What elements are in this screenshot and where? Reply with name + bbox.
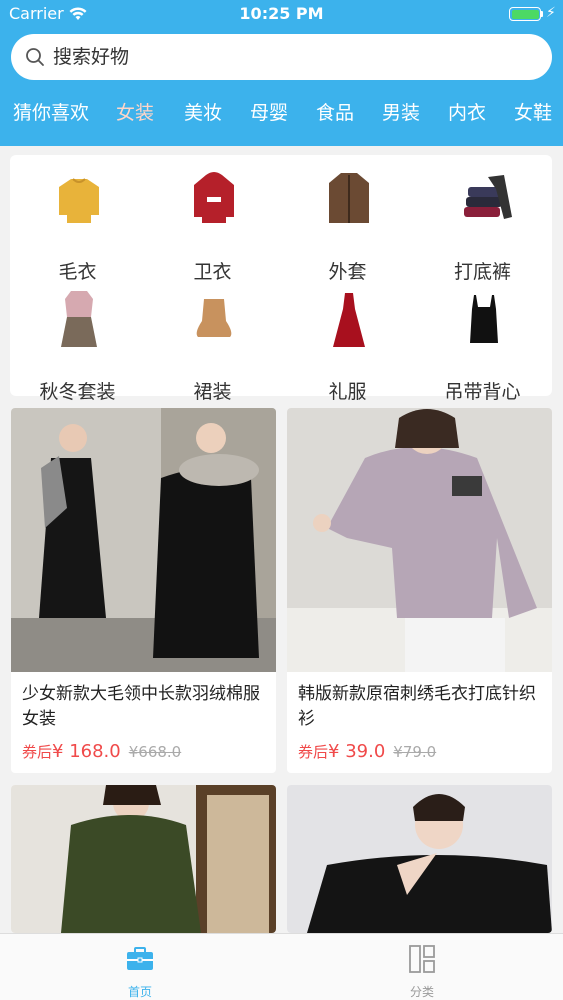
- briefcase-icon: [127, 947, 153, 970]
- subcategory-leggings[interactable]: 打底裤: [415, 171, 550, 283]
- tab-beauty[interactable]: 美妆: [184, 98, 222, 125]
- subcategory-label: 毛衣: [58, 261, 97, 283]
- tab-home[interactable]: 首页: [70, 934, 210, 1000]
- subcategory-label: 秋冬套装: [39, 381, 116, 403]
- search-input[interactable]: [53, 34, 533, 80]
- price-row: 券后¥ 168.0 ¥668.0: [22, 741, 181, 762]
- product-price: ¥ 39.0: [328, 741, 386, 762]
- subcategory-label: 吊带背心: [444, 381, 521, 403]
- app-header: Carrier 10:25 PM ⚡ 猜你喜欢 女装 美妆 母婴 食品 男装 内…: [0, 0, 563, 146]
- subcategory-gown[interactable]: 礼服: [280, 291, 415, 403]
- subcategory-label: 卫衣: [193, 261, 232, 283]
- product-card[interactable]: 韩版新款原宿刺绣毛衣打底针织衫 券后¥ 39.0 ¥79.0: [287, 408, 552, 773]
- product-card[interactable]: [287, 785, 552, 933]
- tab-mother-baby[interactable]: 母婴: [250, 98, 288, 125]
- subcategory-skirt[interactable]: 裙装: [145, 291, 280, 403]
- outfit-set-icon: [61, 291, 97, 347]
- tab-mens-clothing[interactable]: 男装: [382, 98, 420, 125]
- sweater-icon: [59, 178, 99, 223]
- product-image[interactable]: [287, 408, 552, 672]
- product-title: 少女新款大毛领中长款羽绒棉服女装: [22, 684, 260, 729]
- tab-underwear[interactable]: 内衣: [448, 98, 486, 125]
- charging-icon: ⚡: [546, 5, 556, 21]
- subcategory-label: 裙装: [193, 381, 232, 403]
- tab-label: 分类: [409, 985, 434, 999]
- product-title: 韩版新款原宿刺绣毛衣打底针织衫: [298, 684, 536, 729]
- battery-icon: [509, 7, 541, 21]
- tab-label: 首页: [127, 985, 152, 999]
- subcategory-outfit-set[interactable]: 秋冬套装: [10, 291, 145, 403]
- subcategory-label: 礼服: [328, 381, 367, 403]
- hoodie-icon: [194, 172, 234, 223]
- coupon-label: 券后: [298, 743, 329, 761]
- subcategory-grid: 毛衣 卫衣 外套 打底裤 秋冬套装 裙装 礼服 吊带背心: [10, 155, 552, 403]
- search-icon: [26, 48, 44, 66]
- product-image[interactable]: [287, 785, 552, 933]
- leggings-icon: [464, 175, 512, 219]
- subcategory-sweater[interactable]: 毛衣: [10, 171, 145, 283]
- search-bar[interactable]: [11, 34, 552, 80]
- category-grid-icon: [409, 945, 435, 973]
- subcategory-camisole[interactable]: 吊带背心: [415, 291, 550, 403]
- tab-food[interactable]: 食品: [316, 98, 354, 125]
- coat-icon: [329, 173, 369, 223]
- tab-category[interactable]: 分类: [352, 934, 492, 1000]
- skirt-icon: [196, 299, 232, 337]
- coupon-label: 券后: [22, 743, 53, 761]
- product-image[interactable]: [11, 408, 276, 672]
- category-tabs: 猜你喜欢 女装 美妆 母婴 食品 男装 内衣 女鞋: [0, 98, 563, 138]
- bottom-tab-bar: 首页 分类: [0, 933, 563, 1000]
- subcategory-label: 打底裤: [453, 261, 511, 283]
- product-price: ¥ 168.0: [52, 741, 121, 762]
- tab-womens-shoes[interactable]: 女鞋: [514, 98, 552, 125]
- original-price: ¥668.0: [128, 743, 182, 761]
- battery-cap: [541, 11, 543, 17]
- status-bar: Carrier 10:25 PM ⚡: [0, 0, 563, 30]
- status-time: 10:25 PM: [239, 4, 324, 23]
- product-image[interactable]: [11, 785, 276, 933]
- tab-guess-you-like[interactable]: 猜你喜欢: [13, 98, 89, 125]
- camisole-icon: [470, 295, 498, 343]
- gown-icon: [333, 293, 365, 347]
- subcategory-label: 外套: [328, 261, 367, 283]
- subcategory-coat[interactable]: 外套: [280, 171, 415, 283]
- subcategory-hoodie[interactable]: 卫衣: [145, 171, 280, 283]
- product-card[interactable]: 少女新款大毛领中长款羽绒棉服女装 券后¥ 168.0 ¥668.0: [11, 408, 276, 773]
- original-price: ¥79.0: [393, 743, 437, 761]
- product-card[interactable]: [11, 785, 276, 933]
- tab-womens-clothing[interactable]: 女装: [116, 98, 154, 125]
- price-row: 券后¥ 39.0 ¥79.0: [298, 741, 436, 762]
